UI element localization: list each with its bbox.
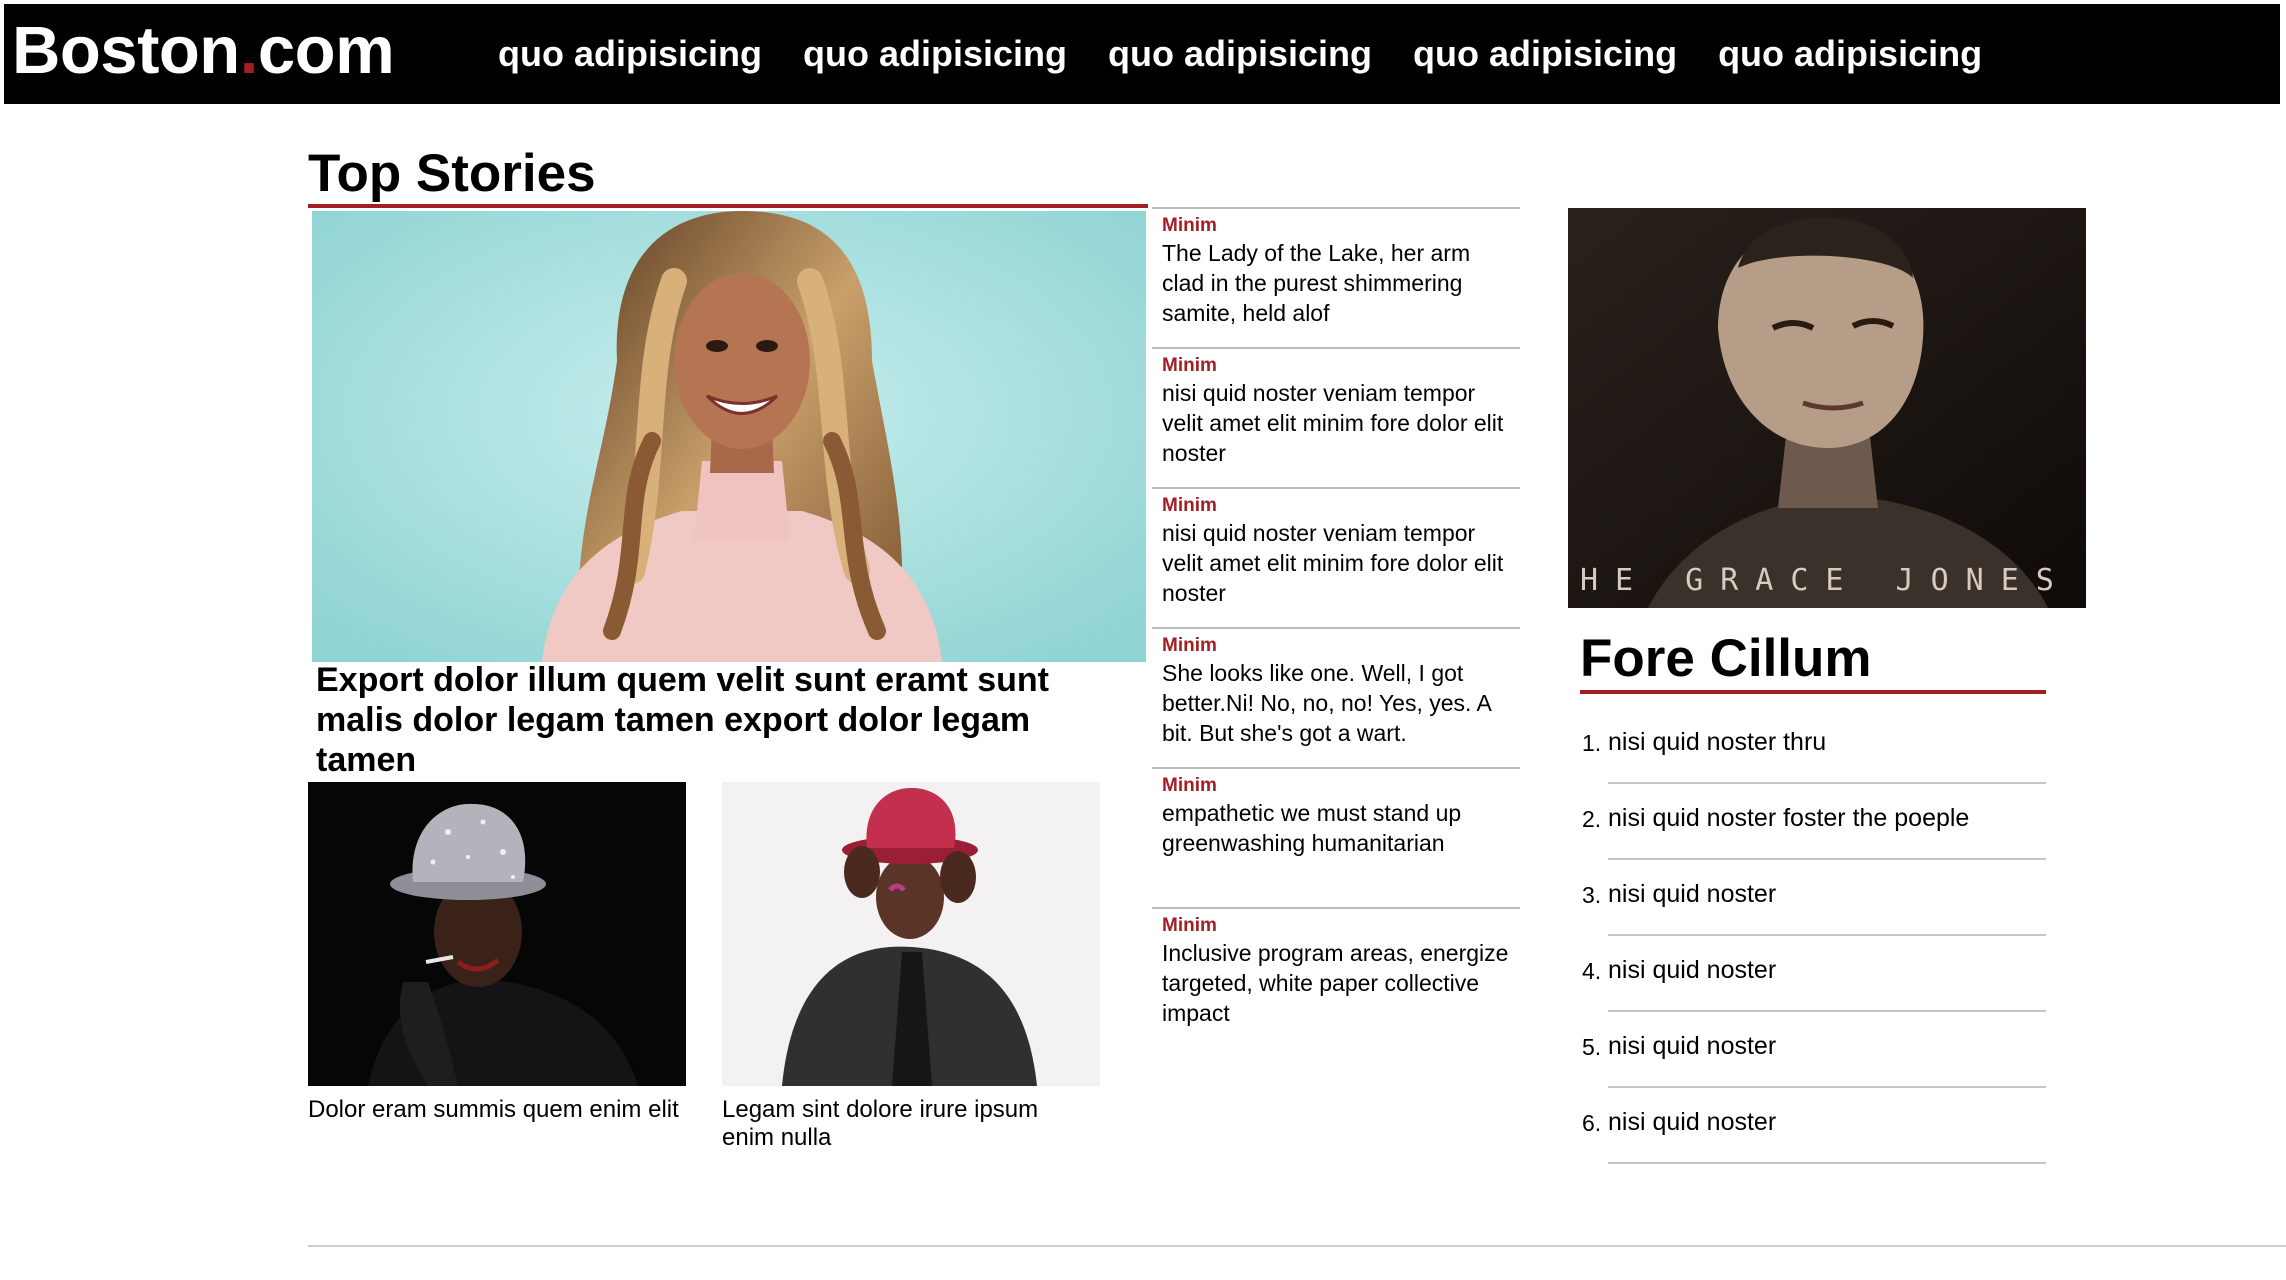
rank-number: 1. (1582, 730, 1602, 756)
divider (1608, 1162, 2046, 1164)
rank-link[interactable]: nisi quid noster (1608, 1030, 1776, 1062)
grace-jones-poster-illustration (1568, 208, 2086, 608)
portrait-bowler-hat-illustration (308, 782, 686, 1086)
rank-number: 3. (1582, 882, 1602, 908)
headline-list-item[interactable]: Minim nisi quid noster veniam tempor vel… (1152, 487, 1520, 625)
ranked-list-item[interactable]: 5. nisi quid noster (1582, 1012, 2046, 1088)
headline-kicker[interactable]: Minim (1162, 214, 1510, 238)
headline-list-item[interactable]: Minim She looks like one. Well, I got be… (1152, 627, 1520, 765)
headline-text[interactable]: nisi quid noster veniam tempor velit ame… (1162, 378, 1510, 468)
rank-number: 4. (1582, 958, 1602, 984)
headline-text[interactable]: She looks like one. Well, I got better.N… (1162, 658, 1510, 748)
headline-text[interactable]: Inclusive program areas, energize target… (1162, 938, 1510, 1028)
poster-title-text: HE GRACE JONES STOR (1580, 563, 2086, 598)
headline-list-item[interactable]: Minim The Lady of the Lake, her arm clad… (1152, 207, 1520, 345)
headline-kicker[interactable]: Minim (1162, 774, 1510, 798)
secondary-story-image-1[interactable] (308, 782, 686, 1086)
nav-link-5[interactable]: quo adipisicing (1718, 4, 1982, 104)
nav-link-1[interactable]: quo adipisicing (498, 4, 762, 104)
ranked-list-item[interactable]: 1. nisi quid noster thru (1582, 708, 2046, 784)
lead-portrait-illustration (312, 211, 1146, 662)
secondary-story-caption-1[interactable]: Dolor eram summis quem enim elit (308, 1096, 708, 1124)
sidebar-rule (1580, 690, 2046, 694)
rank-link[interactable]: nisi quid noster (1608, 1106, 1776, 1138)
headline-kicker[interactable]: Minim (1162, 494, 1510, 518)
rank-number: 6. (1582, 1110, 1602, 1136)
headline-text[interactable]: empathetic we must stand up greenwashing… (1162, 798, 1510, 858)
headline-kicker[interactable]: Minim (1162, 354, 1510, 378)
main-nav: quo adipisicing quo adipisicing quo adip… (498, 4, 2023, 104)
headline-list: Minim The Lady of the Lake, her arm clad… (1152, 207, 1520, 1047)
headline-list-item[interactable]: Minim nisi quid noster veniam tempor vel… (1152, 347, 1520, 485)
ranked-list: 1. nisi quid noster thru 2. nisi quid no… (1582, 708, 2046, 1164)
headline-list-item[interactable]: Minim Inclusive program areas, energize … (1152, 907, 1520, 1045)
lead-story-image[interactable] (312, 211, 1146, 662)
headline-kicker[interactable]: Minim (1162, 914, 1510, 938)
nav-link-2[interactable]: quo adipisicing (803, 4, 1067, 104)
sidebar-heading: Fore Cillum (1580, 629, 1872, 688)
nav-link-4[interactable]: quo adipisicing (1413, 4, 1677, 104)
rank-link[interactable]: nisi quid noster (1608, 878, 1776, 910)
headline-text[interactable]: The Lady of the Lake, her arm clad in th… (1162, 238, 1510, 328)
headline-list-item[interactable]: Minim empathetic we must stand up greenw… (1152, 767, 1520, 905)
top-stories-rule (308, 204, 1148, 208)
rank-number: 5. (1582, 1034, 1602, 1060)
secondary-story-caption-2[interactable]: Legam sint dolore irure ipsum enim nulla (722, 1096, 1082, 1152)
top-stories-heading: Top Stories (308, 144, 596, 203)
rank-number: 2. (1582, 806, 1602, 832)
page-bottom-divider (308, 1245, 2286, 1247)
ranked-list-item[interactable]: 6. nisi quid noster (1582, 1088, 2046, 1164)
site-logo[interactable]: Boston.com (12, 8, 395, 94)
sidebar-feature-image[interactable]: HE GRACE JONES STOR (1568, 208, 2086, 608)
rank-link[interactable]: nisi quid noster (1608, 954, 1776, 986)
headline-kicker[interactable]: Minim (1162, 634, 1510, 658)
rank-link[interactable]: nisi quid noster thru (1608, 726, 1826, 758)
headline-text[interactable]: nisi quid noster veniam tempor velit ame… (1162, 518, 1510, 608)
nav-link-3[interactable]: quo adipisicing (1108, 4, 1372, 104)
portrait-red-hat-illustration (722, 782, 1100, 1086)
logo-dot: . (239, 13, 259, 88)
top-nav-bar: Boston.com quo adipisicing quo adipisici… (4, 4, 2280, 104)
rank-link[interactable]: nisi quid noster foster the poeple (1608, 802, 1969, 834)
lead-story-headline[interactable]: Export dolor illum quem velit sunt eramt… (316, 660, 1086, 780)
logo-suffix: com (257, 13, 395, 88)
secondary-story-image-2[interactable] (722, 782, 1100, 1086)
ranked-list-item[interactable]: 4. nisi quid noster (1582, 936, 2046, 1012)
logo-main: Boston (12, 13, 240, 88)
ranked-list-item[interactable]: 3. nisi quid noster (1582, 860, 2046, 936)
ranked-list-item[interactable]: 2. nisi quid noster foster the poeple (1582, 784, 2046, 860)
